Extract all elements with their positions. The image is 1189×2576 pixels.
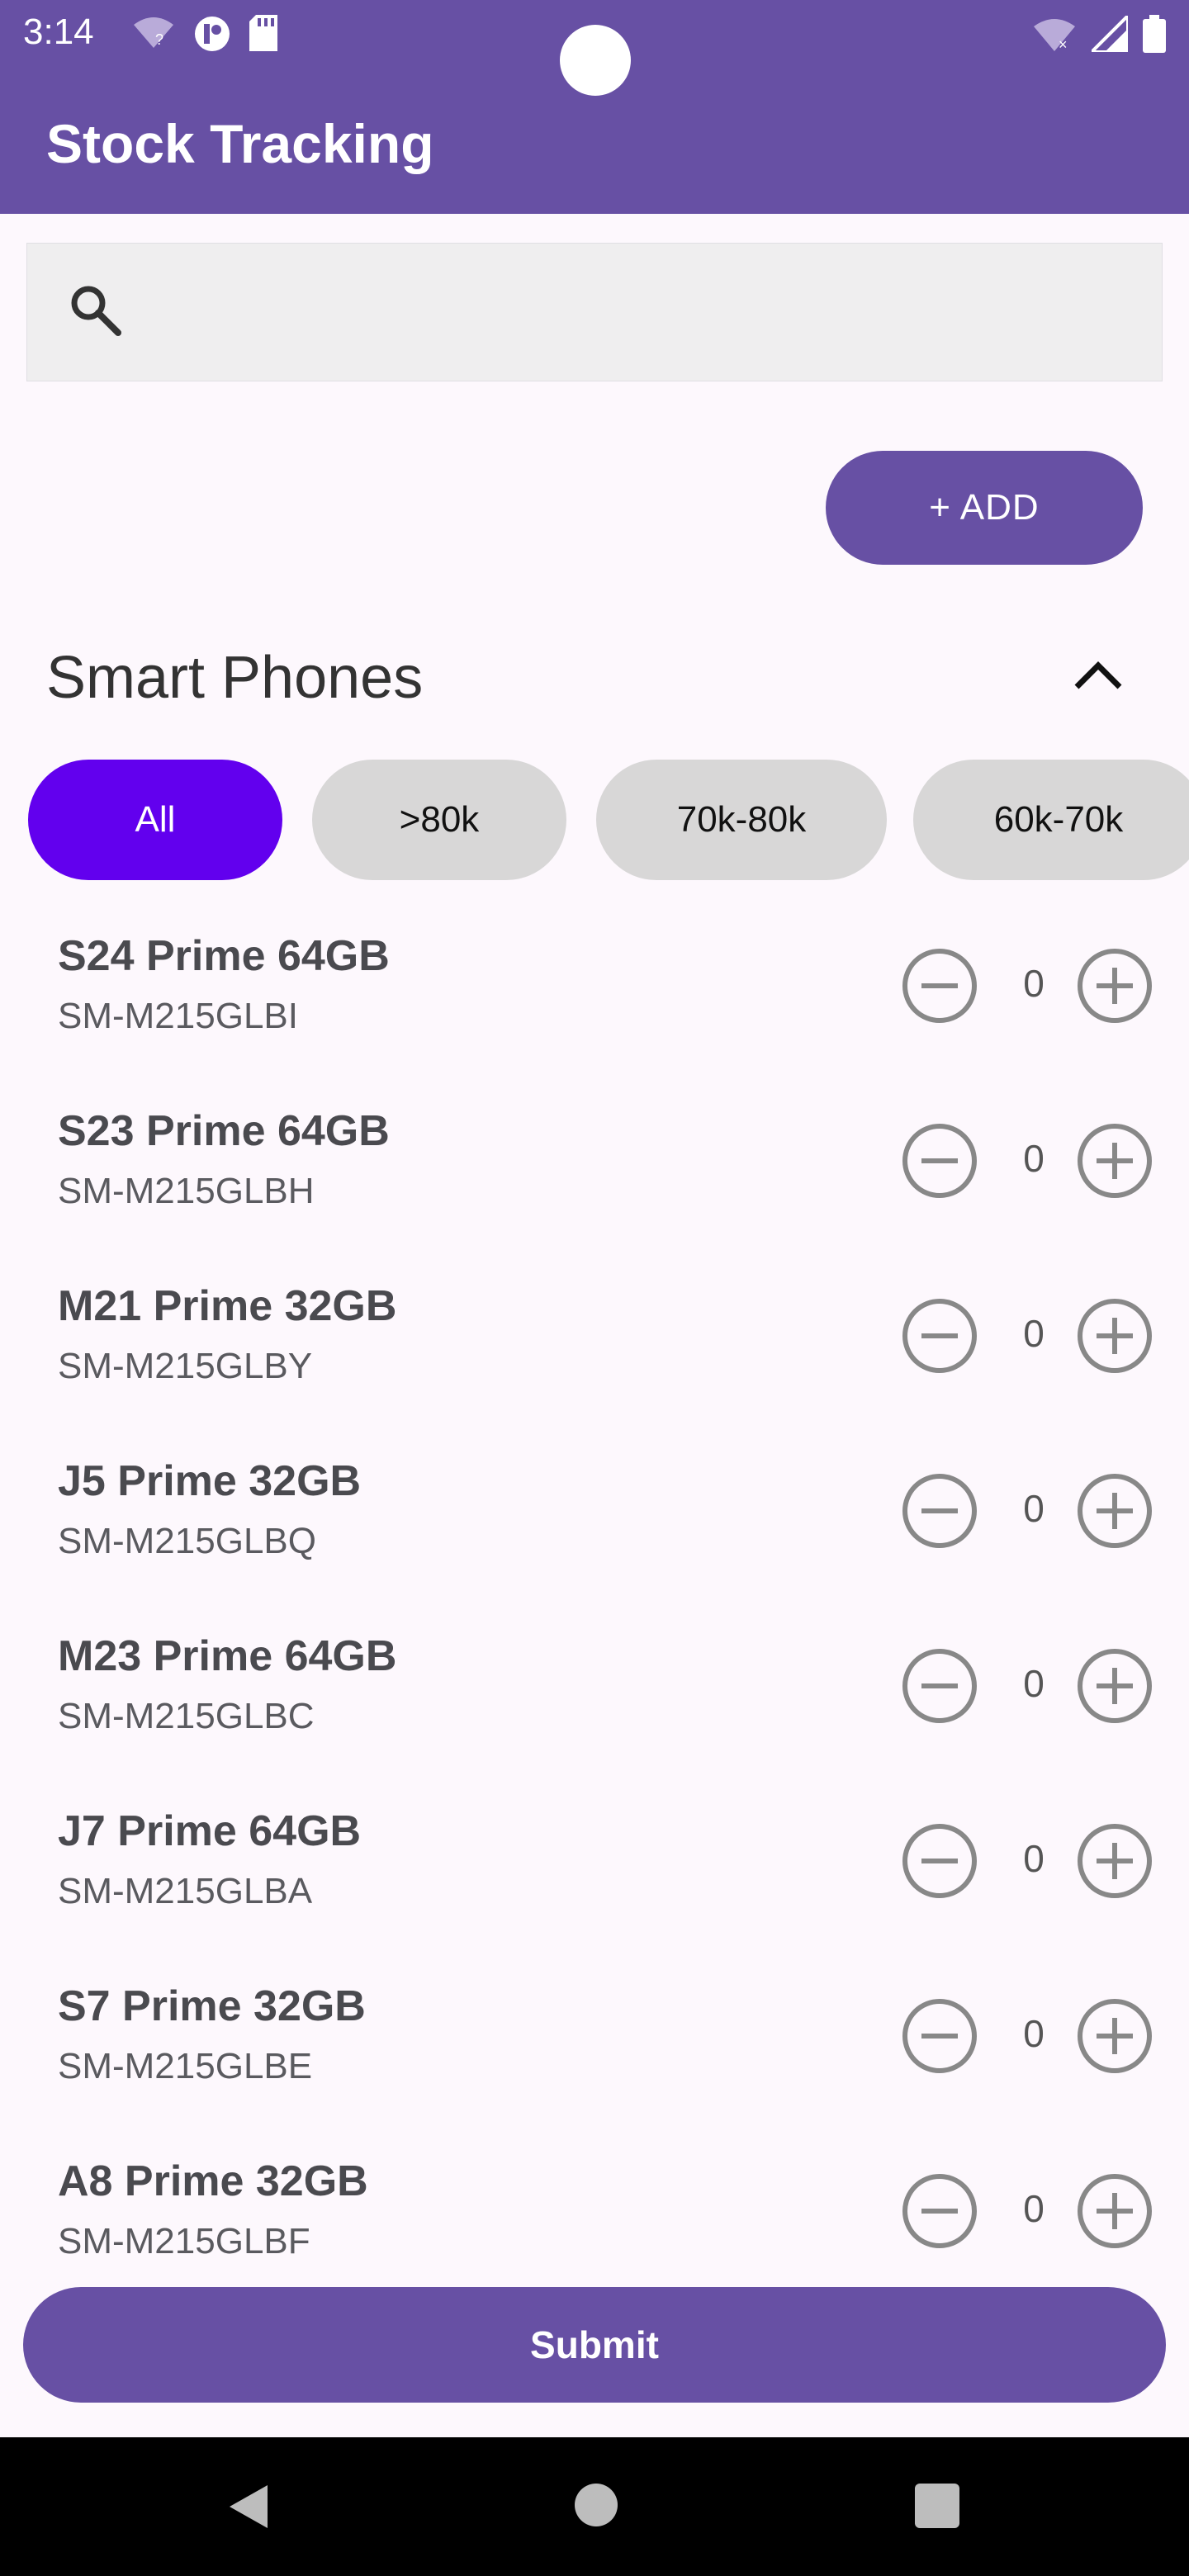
minus-circle-icon[interactable] [900,1121,979,1200]
add-button[interactable]: + ADD [826,451,1143,565]
home-icon[interactable] [575,2484,618,2526]
product-name: J5 Prime 32GB [58,1457,362,1505]
minus-circle-icon[interactable] [900,1996,979,2076]
page-title: Stock Tracking [46,113,434,174]
recents-icon[interactable] [915,2484,959,2528]
filter-chips: All >80k 70k-80k 60k-70k [28,760,1189,882]
back-icon[interactable] [225,2482,271,2531]
product-sku: SM-M215GLBH [58,1171,315,1211]
plus-circle-icon[interactable] [1075,1646,1154,1726]
minus-circle-icon[interactable] [900,1821,979,1901]
minus-circle-icon[interactable] [900,1471,979,1551]
quantity-value: 0 [1023,962,1045,1005]
product-name: M21 Prime 32GB [58,1282,397,1330]
plus-circle-icon[interactable] [1075,1996,1154,2076]
svg-text:?: ? [155,31,163,48]
plus-circle-icon[interactable] [1075,1471,1154,1551]
signal-icon [1092,16,1128,52]
product-sku: SM-M215GLBQ [58,1521,316,1561]
quantity-value: 0 [1023,1662,1045,1705]
product-name: S23 Prime 64GB [58,1107,390,1155]
sd-card-icon [249,15,277,51]
chip-all[interactable]: All [28,760,282,880]
app-badge-icon [195,17,230,51]
quantity-value: 0 [1023,1487,1045,1530]
chip-above-80k[interactable]: >80k [312,760,566,880]
minus-circle-icon[interactable] [900,2171,979,2251]
product-sku: SM-M215GLBF [58,2221,310,2254]
list-item: J7 Prime 64GB SM-M215GLBA 0 [0,1792,1189,1967]
product-sku: SM-M215GLBI [58,996,298,1036]
product-name: S24 Prime 64GB [58,932,390,980]
status-time: 3:14 [23,12,94,52]
top-app-bar: 3:14 ? × Stock Tracking [0,0,1189,214]
list-item: A8 Prime 32GB SM-M215GLBF 0 [0,2142,1189,2254]
search-bar[interactable] [26,243,1163,382]
svg-text:×: × [1059,36,1068,51]
list-item: S7 Prime 32GB SM-M215GLBE 0 [0,1967,1189,2142]
list-item: J5 Prime 32GB SM-M215GLBQ 0 [0,1442,1189,1617]
minus-circle-icon[interactable] [900,1296,979,1376]
list-item: S24 Prime 64GB SM-M215GLBI 0 [0,916,1189,1091]
chevron-up-icon[interactable] [1072,659,1125,696]
status-right-icons: × [1032,15,1166,53]
quantity-value: 0 [1023,2187,1045,2230]
product-sku: SM-M215GLBC [58,1696,315,1736]
product-sku: SM-M215GLBE [58,2046,313,2086]
plus-circle-icon[interactable] [1075,946,1154,1025]
quantity-value: 0 [1023,1137,1045,1180]
plus-circle-icon[interactable] [1075,2171,1154,2251]
submit-button[interactable]: Submit [23,2287,1166,2403]
plus-circle-icon[interactable] [1075,1821,1154,1901]
quantity-value: 0 [1023,1312,1045,1355]
product-name: A8 Prime 32GB [58,2157,368,2205]
search-icon [67,282,125,343]
wifi-question-icon: ? [134,17,173,48]
battery-icon [1143,15,1166,53]
system-nav-bar [0,2437,1189,2576]
camera-cutout [560,25,631,96]
product-sku: SM-M215GLBA [58,1871,313,1911]
product-name: S7 Prime 32GB [58,1982,366,2030]
product-name: M23 Prime 64GB [58,1632,397,1680]
search-input[interactable] [143,244,1137,382]
minus-circle-icon[interactable] [900,1646,979,1726]
wifi-off-icon: × [1034,19,1075,51]
quantity-value: 0 [1023,2012,1045,2055]
chip-70k-80k[interactable]: 70k-80k [596,760,887,880]
product-list[interactable]: S24 Prime 64GB SM-M215GLBI 0 S23 Prime 6… [0,916,1189,2254]
list-item: M23 Prime 64GB SM-M215GLBC 0 [0,1617,1189,1792]
list-item: M21 Prime 32GB SM-M215GLBY 0 [0,1267,1189,1442]
product-name: J7 Prime 64GB [58,1807,362,1855]
chip-60k-70k[interactable]: 60k-70k [913,760,1189,880]
status-left-icons: ? [132,15,277,53]
section-title: Smart Phones [46,645,424,711]
plus-circle-icon[interactable] [1075,1296,1154,1376]
minus-circle-icon[interactable] [900,946,979,1025]
plus-circle-icon[interactable] [1075,1121,1154,1200]
list-item: S23 Prime 64GB SM-M215GLBH 0 [0,1091,1189,1267]
quantity-value: 0 [1023,1837,1045,1880]
product-sku: SM-M215GLBY [58,1346,313,1386]
